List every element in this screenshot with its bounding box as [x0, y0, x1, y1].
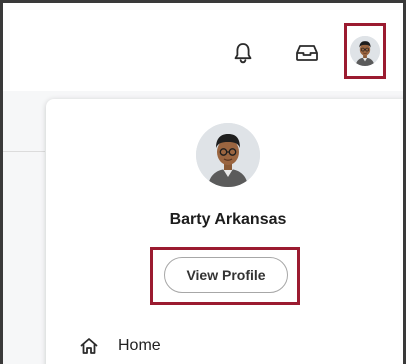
- divider: [3, 151, 45, 152]
- notifications-button[interactable]: [229, 39, 257, 67]
- app-window: Barty Arkansas View Profile Home: [0, 0, 406, 364]
- top-bar: [3, 3, 403, 92]
- home-icon: [78, 335, 100, 357]
- menu-item-label: Home: [118, 337, 161, 354]
- view-profile-button[interactable]: View Profile: [164, 257, 288, 293]
- inbox-icon: [295, 44, 319, 62]
- user-name: Barty Arkansas: [169, 211, 287, 228]
- bell-icon: [233, 42, 253, 64]
- inbox-button[interactable]: [292, 39, 322, 67]
- profile-avatar: [196, 123, 260, 187]
- profile-menu: Barty Arkansas View Profile Home: [46, 99, 403, 364]
- menu-item-home[interactable]: Home: [78, 335, 161, 357]
- profile-avatar-button[interactable]: [344, 23, 386, 79]
- avatar: [350, 36, 380, 66]
